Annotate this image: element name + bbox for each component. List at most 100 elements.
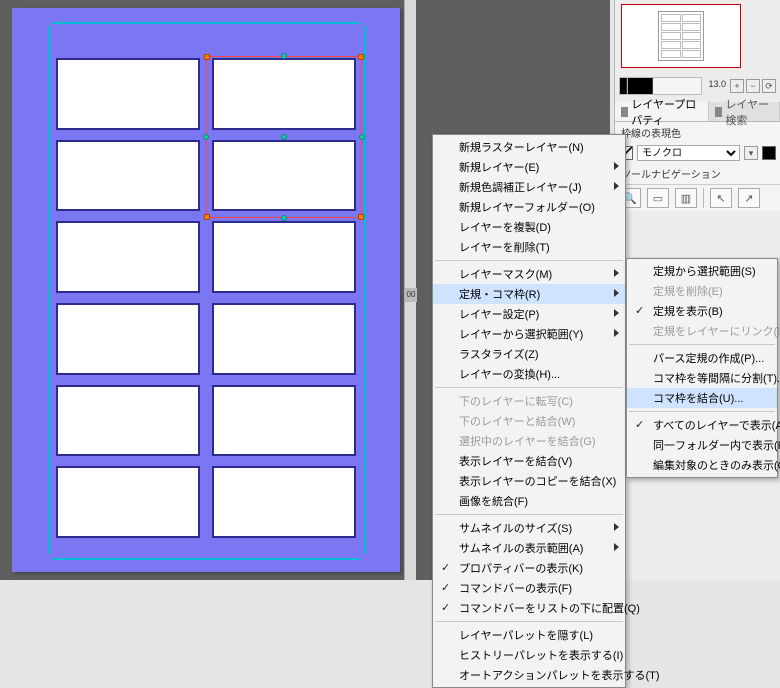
frame-panel[interactable]	[56, 140, 200, 212]
resize-handle-e[interactable]	[359, 134, 365, 140]
menu-item[interactable]: レイヤーを複製(D)	[433, 217, 625, 237]
tool-navigation-label: ツールナビゲーション	[615, 163, 780, 184]
resize-handle-ne[interactable]	[358, 54, 364, 60]
menu-item: 下のレイヤーと結合(W)	[433, 411, 625, 431]
menu-separator	[629, 344, 775, 345]
submenu-arrow-icon	[614, 162, 619, 170]
tab-layer-search[interactable]: レイヤー検索	[709, 102, 780, 121]
menu-item[interactable]: 新規色調補正レイヤー(J)	[433, 177, 625, 197]
menu-item: 定規をレイヤーにリンク(L)	[627, 321, 777, 341]
menu-item[interactable]: 定規を表示(B)✓	[627, 301, 777, 321]
menu-item[interactable]: パース定規の作成(P)...	[627, 348, 777, 368]
resize-handle-nw[interactable]	[204, 54, 210, 60]
tab-layer-property[interactable]: レイヤープロパティ	[615, 102, 709, 121]
frame-panel[interactable]	[212, 385, 356, 457]
check-icon: ✓	[635, 418, 644, 431]
menu-item[interactable]: レイヤーマスク(M)	[433, 264, 625, 284]
vertical-ruler: 00	[404, 0, 416, 580]
transform-tool-icon[interactable]: ↗	[738, 188, 760, 208]
frame-panel[interactable]	[56, 303, 200, 375]
page-canvas[interactable]	[12, 8, 400, 572]
menu-item[interactable]: 新規ラスターレイヤー(N)	[433, 137, 625, 157]
menu-item: 下のレイヤーに転写(C)	[433, 391, 625, 411]
menu-item[interactable]: レイヤーパレットを隠す(L)	[433, 625, 625, 645]
zoom-in-icon[interactable]: +	[730, 79, 744, 93]
frame-panel[interactable]	[212, 303, 356, 375]
menu-item[interactable]: コマンドバーの表示(F)✓	[433, 578, 625, 598]
submenu-arrow-icon	[614, 523, 619, 531]
menu-item[interactable]: レイヤー設定(P)	[433, 304, 625, 324]
frame-panel[interactable]	[56, 385, 200, 457]
tab-label: レイヤー検索	[725, 96, 773, 128]
brush-size-value: 13.0	[704, 79, 728, 93]
property-tab-row: レイヤープロパティ レイヤー検索	[615, 102, 780, 122]
submenu-arrow-icon	[614, 329, 619, 337]
menu-item[interactable]: コマ枠を結合(U)...	[627, 388, 777, 408]
menu-separator	[435, 621, 623, 622]
center-handle[interactable]	[281, 134, 287, 140]
menu-item[interactable]: レイヤーを削除(T)	[433, 237, 625, 257]
menu-item[interactable]: レイヤーから選択範囲(Y)	[433, 324, 625, 344]
menu-item[interactable]: 定規から選択範囲(S)	[627, 261, 777, 281]
selection-bounding-box[interactable]	[206, 56, 362, 218]
menu-item[interactable]: 定規・コマ枠(R)	[433, 284, 625, 304]
menu-item[interactable]: 表示レイヤーのコピーを結合(X)	[433, 471, 625, 491]
ruler-tick-label: 00	[405, 288, 417, 302]
resize-handle-sw[interactable]	[204, 214, 210, 220]
crop-mark-right	[364, 26, 366, 554]
separator	[703, 188, 704, 208]
menu-item[interactable]: 画像を統合(F)	[433, 491, 625, 511]
resize-handle-se[interactable]	[358, 214, 364, 220]
submenu-arrow-icon	[614, 289, 619, 297]
navigator-page-icon	[658, 11, 704, 61]
menu-item[interactable]: コマンドバーをリストの下に配置(Q)✓	[433, 598, 625, 618]
menu-item[interactable]: サムネイルの表示範囲(A)	[433, 538, 625, 558]
menu-separator	[435, 260, 623, 261]
color-mode-select[interactable]: モノクロ	[637, 145, 740, 161]
color-mode-row: モノクロ ▾	[615, 143, 780, 163]
frame-panel[interactable]	[56, 466, 200, 538]
cursor-tool-icon[interactable]: ↖	[710, 188, 732, 208]
menu-item[interactable]: 新規レイヤーフォルダー(O)	[433, 197, 625, 217]
foreground-color-icon[interactable]	[762, 146, 776, 160]
crop-mark-bottom	[52, 558, 360, 560]
check-icon: ✓	[441, 561, 450, 574]
menu-item[interactable]: 新規レイヤー(E)	[433, 157, 625, 177]
resize-handle-s[interactable]	[281, 215, 287, 221]
check-icon: ✓	[441, 581, 450, 594]
search-icon	[715, 107, 722, 117]
brush-stroke-preview	[619, 77, 702, 95]
menu-separator	[435, 514, 623, 515]
menu-item[interactable]: ラスタライズ(Z)	[433, 344, 625, 364]
menu-item[interactable]: 編集対象のときのみ表示(O)	[627, 455, 777, 475]
frame-panel[interactable]	[212, 466, 356, 538]
resize-handle-n[interactable]	[281, 53, 287, 59]
menu-separator	[629, 411, 775, 412]
zoom-out-icon[interactable]: −	[746, 79, 760, 93]
frame-panel[interactable]	[56, 58, 200, 130]
menu-item[interactable]: コマ枠を等間隔に分割(T)...	[627, 368, 777, 388]
ruler-frame-submenu[interactable]: 定規から選択範囲(S)定規を削除(E)定規を表示(B)✓定規をレイヤーにリンク(…	[626, 258, 778, 478]
check-icon: ✓	[635, 304, 644, 317]
submenu-arrow-icon	[614, 269, 619, 277]
menu-item[interactable]: すべてのレイヤーで表示(A)✓	[627, 415, 777, 435]
chevron-down-icon[interactable]: ▾	[744, 146, 758, 160]
refresh-icon[interactable]: ⟳	[762, 79, 776, 93]
menu-item[interactable]: サムネイルのサイズ(S)	[433, 518, 625, 538]
layer-context-menu[interactable]: 新規ラスターレイヤー(N)新規レイヤー(E)新規色調補正レイヤー(J)新規レイヤ…	[432, 134, 626, 688]
menu-item[interactable]: プロパティバーの表示(K)✓	[433, 558, 625, 578]
submenu-arrow-icon	[614, 182, 619, 190]
tab-label: レイヤープロパティ	[631, 96, 702, 128]
menu-item[interactable]: オートアクションパレットを表示する(T)	[433, 665, 625, 685]
menu-item: 選択中のレイヤーを結合(G)	[433, 431, 625, 451]
frame-panel[interactable]	[212, 221, 356, 293]
guide-tool-icon[interactable]: ▥	[675, 188, 697, 208]
menu-item[interactable]: 表示レイヤーを結合(V)	[433, 451, 625, 471]
navigator-thumbnail[interactable]	[621, 4, 741, 68]
resize-handle-w[interactable]	[203, 134, 209, 140]
ruler-tool-icon[interactable]: ▭	[647, 188, 669, 208]
menu-item[interactable]: レイヤーの変換(H)...	[433, 364, 625, 384]
frame-panel[interactable]	[56, 221, 200, 293]
menu-item[interactable]: ヒストリーパレットを表示する(I)	[433, 645, 625, 665]
menu-item[interactable]: 同一フォルダー内で表示(F)	[627, 435, 777, 455]
